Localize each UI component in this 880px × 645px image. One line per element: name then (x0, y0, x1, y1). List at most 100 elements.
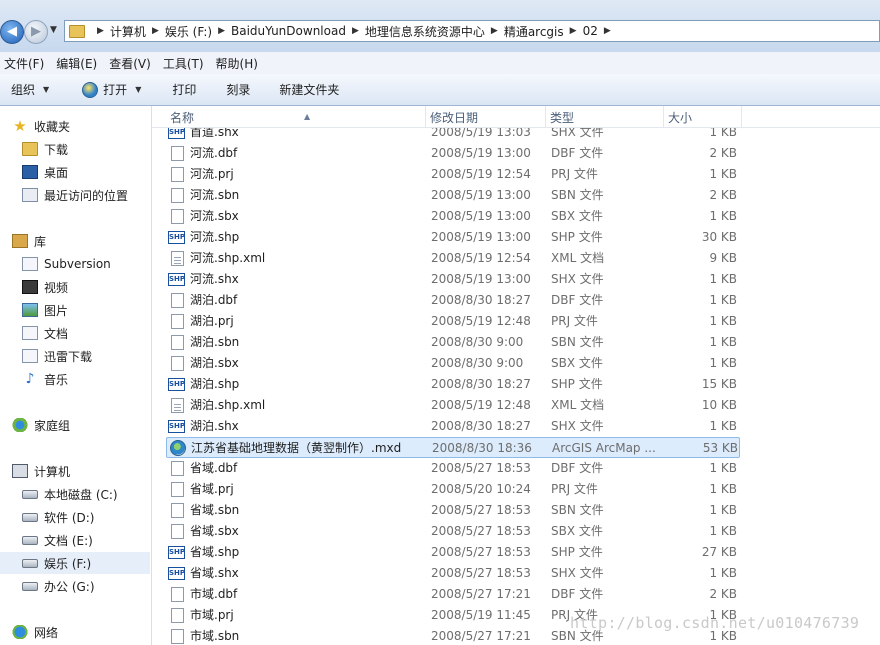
file-size: 30 KB (701, 230, 737, 244)
file-row[interactable]: 河流.prj 2008/5/19 12:54 PRJ 文件 1 KB (166, 164, 740, 185)
file-type: SBN 文件 (551, 188, 604, 202)
breadcrumb-computer[interactable]: 计算机 (110, 23, 146, 40)
address-bar[interactable]: ▶ 计算机 ▶ 娱乐 (F:) ▶ BaiduYunDownload ▶ 地理信… (64, 20, 880, 42)
drive-icon (22, 535, 38, 545)
breadcrumb-gis-center[interactable]: 地理信息系统资源中心 (365, 23, 485, 40)
nav-computer[interactable]: 计算机 (12, 460, 151, 482)
file-size: 1 KB (709, 419, 737, 433)
back-button[interactable]: ◀ (0, 20, 24, 44)
nav-label: 软件 (D:) (44, 510, 95, 525)
nav-thunder[interactable]: 迅雷下载 (22, 345, 151, 367)
file-row[interactable]: 省域.sbn 2008/5/27 18:53 SBN 文件 1 KB (166, 500, 740, 521)
menu-view[interactable]: 查看(V) (105, 55, 159, 72)
file-size: 1 KB (709, 272, 737, 286)
new-folder-button[interactable]: 新建文件夹 (279, 81, 339, 98)
nav-downloads[interactable]: 下载 (22, 138, 151, 160)
nav-drive-f[interactable]: 娱乐 (F:) (0, 552, 150, 574)
column-date[interactable]: 修改日期 (426, 106, 546, 127)
nav-drive-d[interactable]: 软件 (D:) (22, 506, 151, 528)
chevron-right-icon[interactable]: ▶ (570, 26, 577, 36)
chevron-right-icon[interactable]: ▶ (97, 26, 104, 36)
menu-file[interactable]: 文件(F) (0, 55, 52, 72)
file-row[interactable]: 湖泊.sbn 2008/8/30 9:00 SBN 文件 1 KB (166, 332, 740, 353)
nav-recent[interactable]: 最近访问的位置 (22, 184, 151, 206)
menu-help[interactable]: 帮助(H) (212, 55, 266, 72)
file-size: 1 KB (709, 461, 737, 475)
nav-homegroup[interactable]: 家庭组 (12, 414, 151, 436)
file-icon (171, 503, 184, 518)
file-icon (171, 335, 184, 350)
column-name[interactable]: ▲ 名称 (166, 106, 426, 127)
column-type[interactable]: 类型 (546, 106, 664, 127)
file-row-selected[interactable]: 江苏省基础地理数据（黄翌制作）.mxd 2008/8/30 18:36 ArcGIS… (166, 437, 740, 458)
file-row[interactable]: 省域.dbf 2008/5/27 18:53 DBF 文件 1 KB (166, 458, 740, 479)
nav-documents[interactable]: 文档 (22, 322, 151, 344)
nav-network[interactable]: 网络 (12, 621, 151, 643)
file-row[interactable]: 省域.sbx 2008/5/27 18:53 SBX 文件 1 KB (166, 521, 740, 542)
nav-label: 音乐 (44, 372, 69, 387)
breadcrumb-02[interactable]: 02 (583, 24, 598, 38)
recent-pages-dropdown[interactable]: ▼ (50, 25, 57, 35)
file-row[interactable]: 河流.sbn 2008/5/19 13:00 SBN 文件 2 KB (166, 185, 740, 206)
shapefile-icon: SHP (168, 273, 185, 286)
file-row[interactable]: SHP 湖泊.shx 2008/8/30 18:27 SHX 文件 1 KB (166, 416, 740, 437)
file-row[interactable]: SHP 河流.shp 2008/5/19 13:00 SHP 文件 30 KB (166, 227, 740, 248)
nav-label: 桌面 (44, 165, 69, 180)
file-row[interactable]: 河流.sbx 2008/5/19 13:00 SBX 文件 1 KB (166, 206, 740, 227)
breadcrumb-baiduyun[interactable]: BaiduYunDownload (231, 24, 346, 38)
file-size: 1 KB (709, 314, 737, 328)
file-row[interactable]: SHP 河流.shx 2008/5/19 13:00 SHX 文件 1 KB (166, 269, 740, 290)
nav-videos[interactable]: 视频 (22, 276, 151, 298)
file-row[interactable]: SHP 省域.shp 2008/5/27 18:53 SHP 文件 27 KB (166, 542, 740, 563)
column-headers: ▲ 名称 修改日期 类型 大小 (152, 106, 880, 128)
nav-subversion[interactable]: Subversion (22, 253, 151, 275)
file-row[interactable]: 省域.prj 2008/5/20 10:24 PRJ 文件 1 KB (166, 479, 740, 500)
nav-pictures[interactable]: 图片 (22, 299, 151, 321)
nav-libraries[interactable]: 库 (12, 230, 151, 252)
nav-drive-c[interactable]: 本地磁盘 (C:) (22, 483, 151, 505)
file-date: 2008/5/19 12:48 (431, 314, 531, 328)
file-type: XML 文档 (551, 251, 605, 265)
nav-favorites[interactable]: ★ 收藏夹 (12, 115, 151, 137)
file-row[interactable]: SHP 省域.shx 2008/5/27 18:53 SHX 文件 1 KB (166, 563, 740, 584)
chevron-right-icon[interactable]: ▶ (352, 26, 359, 36)
chevron-right-icon[interactable]: ▶ (604, 26, 611, 36)
file-row[interactable]: 市域.dbf 2008/5/27 17:21 DBF 文件 2 KB (166, 584, 740, 605)
nav-desktop[interactable]: 桌面 (22, 161, 151, 183)
breadcrumb-drive-f[interactable]: 娱乐 (F:) (165, 23, 212, 40)
column-size[interactable]: 大小 (664, 106, 742, 127)
drive-icon (22, 512, 38, 522)
chevron-right-icon[interactable]: ▶ (491, 26, 498, 36)
arcmap-document-icon (170, 440, 186, 456)
file-size: 2 KB (709, 587, 737, 601)
file-type: SBX 文件 (551, 524, 603, 538)
burn-button[interactable]: 刻录 (226, 81, 250, 98)
file-date: 2008/5/27 17:21 (431, 629, 531, 643)
chevron-right-icon[interactable]: ▶ (152, 26, 159, 36)
desktop-icon (22, 165, 38, 179)
file-row[interactable]: SHP 湖泊.shp 2008/8/30 18:27 SHP 文件 15 KB (166, 374, 740, 395)
breadcrumb-arcgis[interactable]: 精通arcgis (504, 23, 564, 40)
file-name: 市域.dbf (190, 587, 238, 601)
nav-music[interactable]: ♪ 音乐 (22, 368, 151, 390)
file-icon (171, 209, 184, 224)
file-size: 1 KB (709, 482, 737, 496)
file-row[interactable]: 湖泊.prj 2008/5/19 12:48 PRJ 文件 1 KB (166, 311, 740, 332)
nav-label: 迅雷下载 (44, 349, 93, 364)
file-row[interactable]: 湖泊.shp.xml 2008/5/19 12:48 XML 文档 10 KB (166, 395, 740, 416)
menu-bar: 文件(F) 编辑(E) 查看(V) 工具(T) 帮助(H) (0, 52, 880, 75)
file-type: PRJ 文件 (551, 314, 598, 328)
print-button[interactable]: 打印 (172, 81, 196, 98)
open-button[interactable]: 打开 ▼ (82, 81, 141, 98)
menu-tools[interactable]: 工具(T) (159, 55, 212, 72)
nav-drive-g[interactable]: 办公 (G:) (22, 575, 151, 597)
organize-button[interactable]: 组织 ▼ (11, 81, 49, 98)
menu-edit[interactable]: 编辑(E) (52, 55, 105, 72)
chevron-right-icon[interactable]: ▶ (218, 26, 225, 36)
file-row[interactable]: 湖泊.sbx 2008/8/30 9:00 SBX 文件 1 KB (166, 353, 740, 374)
nav-drive-e[interactable]: 文档 (E:) (22, 529, 151, 551)
file-row[interactable]: 湖泊.dbf 2008/8/30 18:27 DBF 文件 1 KB (166, 290, 740, 311)
forward-button[interactable]: ▶ (24, 20, 48, 44)
file-row[interactable]: 河流.shp.xml 2008/5/19 12:54 XML 文档 9 KB (166, 248, 740, 269)
file-row[interactable]: 河流.dbf 2008/5/19 13:00 DBF 文件 2 KB (166, 143, 740, 164)
